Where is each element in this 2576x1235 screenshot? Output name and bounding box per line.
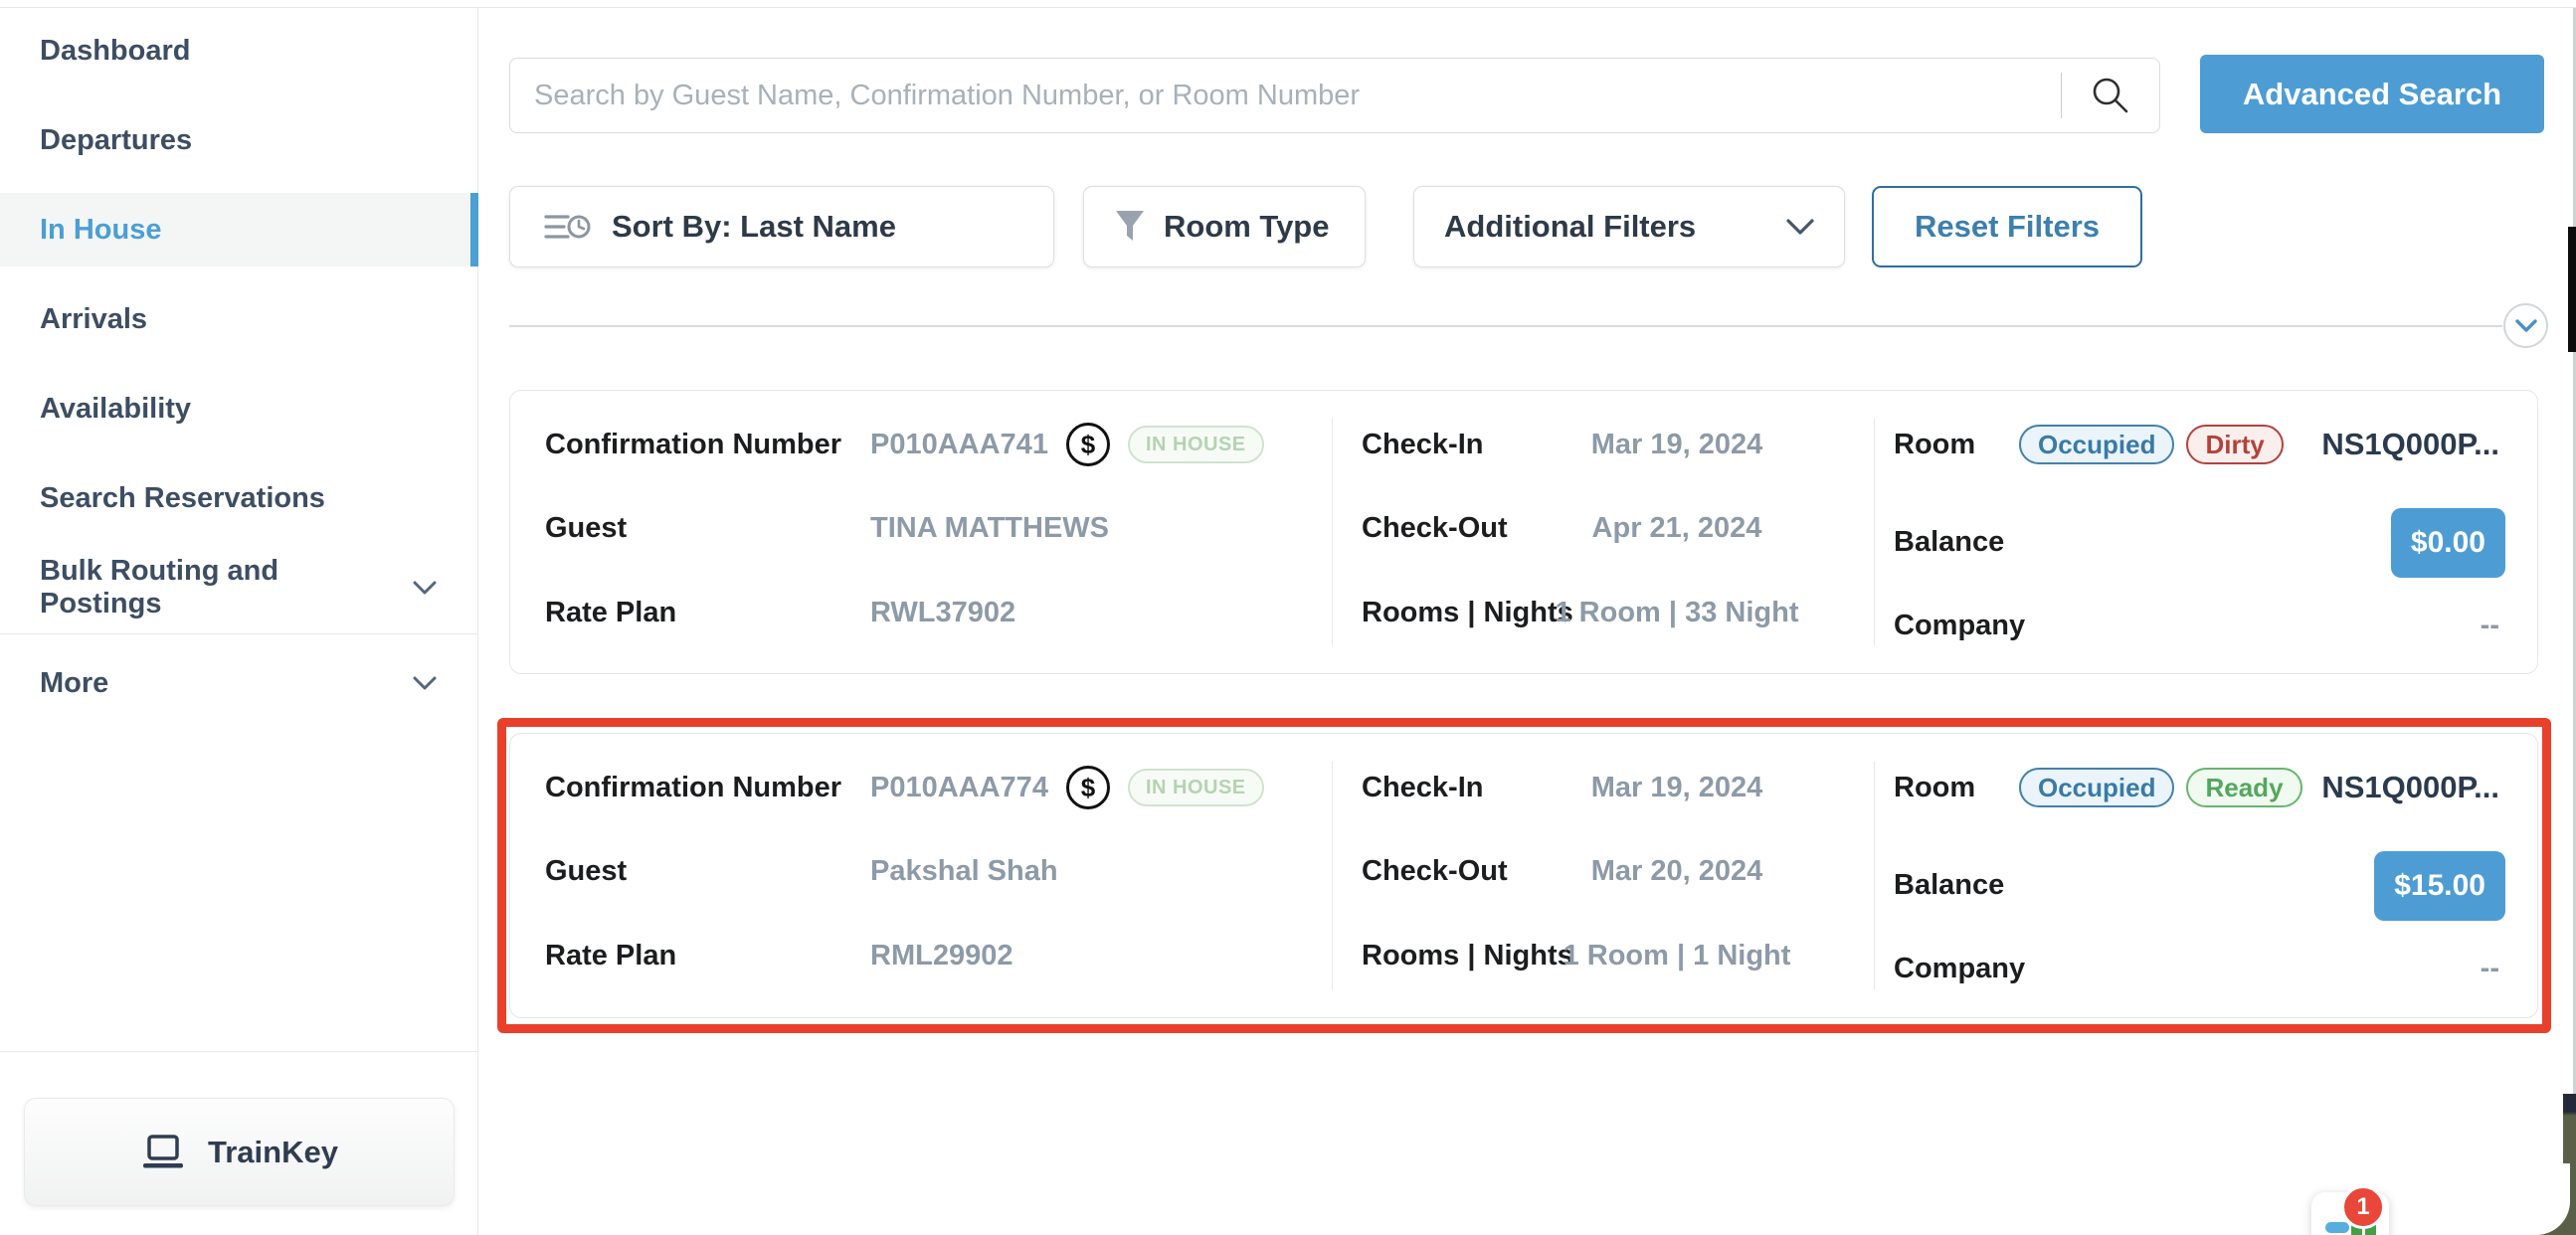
sidebar-footer-divider xyxy=(0,1051,478,1052)
rate-plan-value: RML29902 xyxy=(870,940,1012,972)
sidebar-item-more[interactable]: More xyxy=(0,646,478,720)
sidebar-item-search-reservations[interactable]: Search Reservations xyxy=(0,461,478,535)
card-divider xyxy=(1874,762,1875,989)
room-label: Room xyxy=(1894,429,1975,461)
search-icon xyxy=(2089,74,2132,117)
trainkey-button[interactable]: TrainKey xyxy=(24,1098,455,1206)
housekeeping-badge: Ready xyxy=(2186,768,2301,807)
additional-filters-label: Additional Filters xyxy=(1444,209,1696,245)
card-divider xyxy=(1874,419,1875,645)
confirmation-label: Confirmation Number xyxy=(545,772,870,804)
reset-filters-label: Reset Filters xyxy=(1915,209,2100,245)
sort-by-button[interactable]: Sort By: Last Name xyxy=(509,186,1054,267)
guest-name: Pakshal Shah xyxy=(870,855,1058,888)
sort-icon xyxy=(544,209,592,245)
trainkey-label: TrainKey xyxy=(208,1135,338,1170)
sidebar-divider xyxy=(0,633,478,634)
card-divider xyxy=(1332,419,1333,645)
dollar-circle-icon: $ xyxy=(1066,423,1110,466)
sidebar-item-label: In House xyxy=(40,214,161,247)
check-out-label: Check-Out xyxy=(1362,855,1508,888)
sidebar-item-label: Bulk Routing and Postings xyxy=(40,555,401,620)
sidebar-item-label: Dashboard xyxy=(40,35,190,68)
sidebar-item-bulk-routing[interactable]: Bulk Routing and Postings xyxy=(0,551,478,624)
company-label: Company xyxy=(1894,610,2025,642)
chevron-down-icon xyxy=(2515,319,2537,333)
guest-label: Guest xyxy=(545,512,870,545)
in-house-page: Dashboard Departures In House Arrivals A… xyxy=(0,0,2576,1235)
sidebar-item-arrivals[interactable]: Arrivals xyxy=(0,282,478,356)
status-badge: IN HOUSE xyxy=(1128,426,1264,463)
balance-button[interactable]: $0.00 xyxy=(2391,508,2505,578)
sidebar-item-label: Availability xyxy=(40,393,191,426)
dollar-circle-icon: $ xyxy=(1066,766,1110,809)
confirmation-number: P010AAA774 xyxy=(870,772,1048,804)
sidebar-item-label: Arrivals xyxy=(40,303,147,336)
results-divider xyxy=(509,325,2502,327)
reset-filters-button[interactable]: Reset Filters xyxy=(1872,186,2142,267)
reservation-card[interactable]: Confirmation Number P010AAA741 $ IN HOUS… xyxy=(509,390,2538,674)
scrollbar-thumb xyxy=(2568,227,2576,352)
card-divider xyxy=(1332,762,1333,989)
reservation-card[interactable]: Confirmation Number P010AAA774 $ IN HOUS… xyxy=(509,733,2538,1018)
confirmation-label: Confirmation Number xyxy=(545,429,870,461)
check-out-date: Apr 21, 2024 xyxy=(1592,512,1762,545)
occupancy-badge: Occupied xyxy=(2019,768,2174,807)
check-in-label: Check-In xyxy=(1362,772,1483,804)
sidebar-item-label: More xyxy=(40,667,108,700)
room-number: NS1Q000P... xyxy=(2321,760,2499,815)
balance-label: Balance xyxy=(1894,869,2004,902)
guest-label: Guest xyxy=(545,855,870,888)
laptop-icon xyxy=(140,1133,186,1172)
rooms-nights-value: 1 Room | 1 Night xyxy=(1564,940,1791,972)
sidebar-item-availability[interactable]: Availability xyxy=(0,372,478,445)
housekeeping-badge: Dirty xyxy=(2186,425,2283,464)
rate-plan-label: Rate Plan xyxy=(545,597,870,629)
balance-label: Balance xyxy=(1894,526,2004,559)
advanced-search-button[interactable]: Advanced Search xyxy=(2200,55,2544,133)
chevron-down-icon xyxy=(1786,219,1814,236)
sidebar-item-dashboard[interactable]: Dashboard xyxy=(0,14,478,88)
check-out-label: Check-Out xyxy=(1362,512,1508,545)
sidebar-item-label: Departures xyxy=(40,124,192,157)
collapse-toggle-button[interactable] xyxy=(2503,303,2548,348)
search-box xyxy=(509,58,2160,133)
check-in-date: Mar 19, 2024 xyxy=(1591,772,1763,804)
sidebar-item-departures[interactable]: Departures xyxy=(0,103,478,177)
company-label: Company xyxy=(1894,953,2025,985)
funnel-icon xyxy=(1114,209,1146,245)
sidebar-item-label: Search Reservations xyxy=(40,482,325,515)
check-in-date: Mar 19, 2024 xyxy=(1591,429,1763,461)
company-value: -- xyxy=(2481,953,2499,985)
room-type-label: Room Type xyxy=(1164,209,1330,245)
sidebar-item-in-house[interactable]: In House xyxy=(0,193,478,266)
search-input[interactable] xyxy=(510,59,2061,132)
rate-plan-label: Rate Plan xyxy=(545,940,870,972)
check-out-date: Mar 20, 2024 xyxy=(1591,855,1763,888)
sidebar: Dashboard Departures In House Arrivals A… xyxy=(0,8,478,1235)
guest-name: TINA MATTHEWS xyxy=(870,512,1109,545)
chevron-down-icon xyxy=(413,676,437,691)
rate-plan-value: RWL37902 xyxy=(870,597,1015,629)
status-badge: IN HOUSE xyxy=(1128,769,1264,806)
confirmation-number: P010AAA741 xyxy=(870,429,1048,461)
balance-button[interactable]: $15.00 xyxy=(2374,851,2505,921)
company-value: -- xyxy=(2481,610,2499,642)
check-in-label: Check-In xyxy=(1362,429,1483,461)
occupancy-badge: Occupied xyxy=(2019,425,2174,464)
rooms-nights-value: 1 Room | 33 Night xyxy=(1556,597,1799,629)
room-number: NS1Q000P... xyxy=(2321,417,2499,472)
room-label: Room xyxy=(1894,772,1975,804)
chevron-down-icon xyxy=(413,581,437,596)
room-type-filter-button[interactable]: Room Type xyxy=(1083,186,1366,267)
sort-by-label: Sort By: Last Name xyxy=(612,209,896,245)
notification-badge: 1 xyxy=(2341,1185,2385,1229)
window-rounded-corner xyxy=(2486,1163,2570,1235)
search-button[interactable] xyxy=(2062,74,2159,117)
additional-filters-button[interactable]: Additional Filters xyxy=(1413,186,1845,267)
